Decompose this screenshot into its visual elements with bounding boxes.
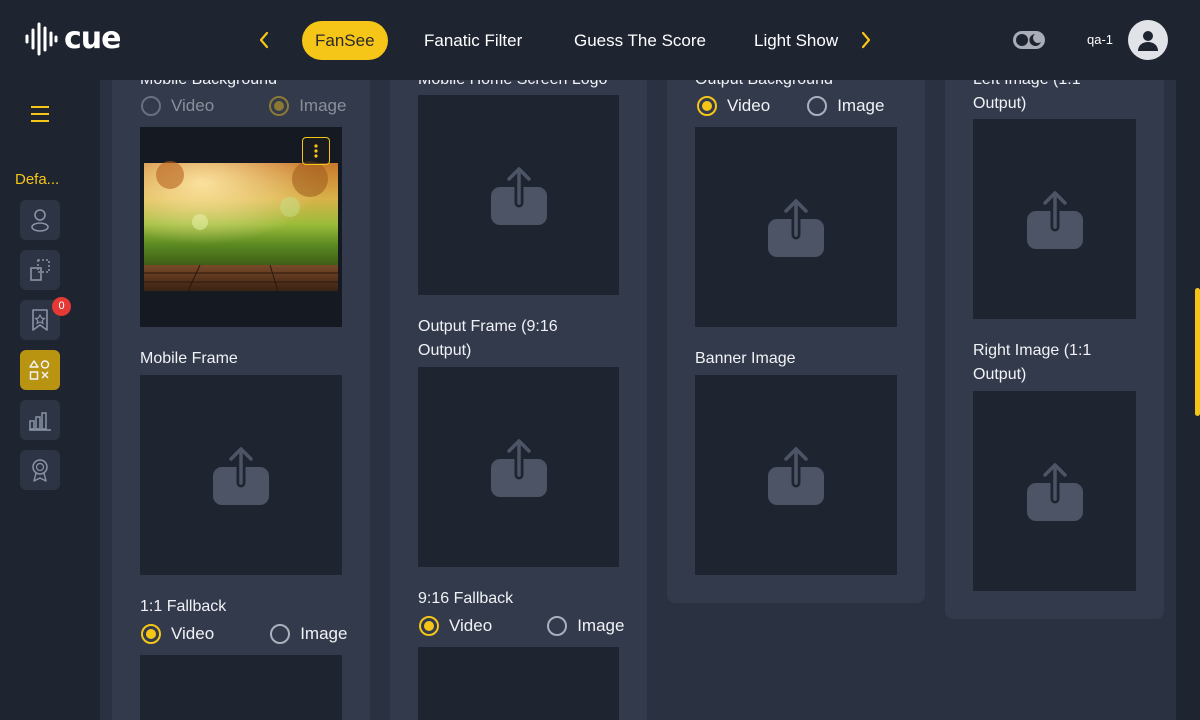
output-background-radio-group: Video Image [697, 96, 884, 116]
upload-icon [490, 165, 548, 225]
upload-icon [767, 197, 825, 257]
user-outline-icon [31, 209, 49, 232]
app-logo[interactable]: cue [24, 22, 121, 56]
output-frame-title: Output Frame (9:16 Output) [418, 315, 558, 363]
chevron-left-icon [259, 31, 269, 49]
radio-circle [697, 96, 717, 116]
user-name: qa-1 [1087, 32, 1114, 47]
upload-icon [212, 445, 270, 505]
toggle-knob-icon [1016, 34, 1041, 46]
sidebar-item-bookmarks[interactable]: 0 [20, 297, 71, 340]
theme-toggle[interactable] [1013, 31, 1045, 49]
hamburger-icon [31, 106, 49, 122]
fallback-1-1-radio-group: Video Image [141, 624, 347, 644]
more-options-button[interactable] [302, 137, 330, 165]
left-image-title-line2: Output) [973, 95, 1027, 112]
tabs-scroll-right-button[interactable] [854, 28, 878, 52]
mobile-background-video-radio[interactable]: Video [141, 96, 214, 116]
radio-label: Image [837, 96, 885, 115]
user-icon [1138, 31, 1158, 51]
kebab-icon [314, 144, 318, 158]
tab-fansee[interactable]: FanSee [302, 21, 388, 60]
output-background-video-radio[interactable]: Video [697, 96, 770, 116]
upload-icon [490, 437, 548, 497]
shapes-icon [29, 360, 50, 380]
sidebar-item-layout[interactable] [20, 250, 60, 290]
bar-chart-icon [29, 412, 51, 431]
radio-label: Video [449, 616, 493, 635]
top-navigation-bar: cue FanSee Fanatic Filter Guess The Scor… [0, 0, 1200, 80]
radio-label: Image [300, 624, 348, 643]
notification-badge: 0 [52, 297, 71, 316]
upload-icon [1026, 461, 1084, 521]
mobile-background-preview[interactable] [140, 127, 342, 327]
fallback-9-16-upload[interactable] [418, 647, 619, 720]
radio-label: Video [171, 96, 215, 115]
upload-icon [767, 445, 825, 505]
tab-fanatic-filter[interactable]: Fanatic Filter [424, 21, 522, 60]
radio-label: Image [299, 96, 347, 115]
vertical-scrollbar[interactable] [1195, 288, 1200, 416]
upload-icon [1026, 189, 1084, 249]
radio-circle [141, 624, 161, 644]
mobile-frame-upload[interactable] [140, 375, 342, 575]
right-image-title-line1: Right Image (1:1 [973, 342, 1092, 359]
sidebar-workspace-label: Defa... [15, 171, 60, 188]
logo-text: cue [64, 21, 121, 56]
mobile-frame-title: Mobile Frame [140, 350, 238, 367]
radio-label: Image [577, 616, 625, 635]
bookmark-star-icon [32, 309, 48, 331]
right-image-title: Right Image (1:1 Output) [973, 339, 1091, 387]
fallback-1-1-upload[interactable] [140, 655, 342, 720]
tab-light-show[interactable]: Light Show [754, 21, 838, 60]
fallback-1-1-title: 1:1 Fallback [140, 598, 227, 615]
output-frame-title-line1: Output Frame (9:16 [418, 318, 558, 335]
sidebar-item-awards[interactable] [20, 450, 60, 490]
fallback-9-16-title: 9:16 Fallback [418, 590, 514, 607]
sidebar-item-analytics[interactable] [20, 400, 60, 440]
user-avatar[interactable] [1128, 20, 1168, 60]
chevron-right-icon [861, 31, 871, 49]
fallback-9-16-radio-group: Video Image [419, 616, 624, 636]
award-badge-icon [32, 459, 48, 482]
radio-circle [807, 96, 828, 116]
radio-circle [141, 96, 161, 116]
fallback-9-16-video-radio[interactable]: Video [419, 616, 492, 636]
radio-circle [270, 624, 291, 644]
right-image-title-line2: Output) [973, 366, 1027, 383]
radio-label: Video [171, 624, 215, 643]
tab-guess-the-score[interactable]: Guess The Score [574, 21, 706, 60]
right-image-upload[interactable] [973, 391, 1136, 591]
radio-label: Video [727, 96, 771, 115]
output-background-image-radio[interactable]: Image [807, 96, 884, 116]
output-frame-upload[interactable] [418, 367, 619, 567]
sidebar-item-user[interactable] [20, 200, 60, 240]
fallback-9-16-image-radio[interactable]: Image [547, 616, 624, 636]
radio-circle [547, 616, 568, 636]
output-frame-title-line2: Output) [418, 342, 472, 359]
fallback-1-1-video-radio[interactable]: Video [141, 624, 214, 644]
layers-select-icon [30, 259, 50, 281]
fallback-1-1-image-radio[interactable]: Image [270, 624, 347, 644]
left-image-upload[interactable] [973, 119, 1136, 319]
mobile-background-image-radio[interactable]: Image [269, 96, 346, 116]
mobile-background-radio-group: Video Image [141, 96, 346, 116]
menu-toggle-button[interactable] [30, 104, 50, 124]
mobile-home-logo-upload[interactable] [418, 95, 619, 295]
radio-circle [269, 96, 290, 116]
audio-wave-icon [25, 22, 58, 56]
tabs-scroll-left-button[interactable] [252, 28, 276, 52]
output-background-upload[interactable] [695, 127, 897, 327]
banner-image-upload[interactable] [695, 375, 897, 575]
radio-circle [419, 616, 439, 636]
banner-image-title: Banner Image [695, 350, 796, 367]
sidebar-item-games[interactable] [20, 350, 60, 390]
